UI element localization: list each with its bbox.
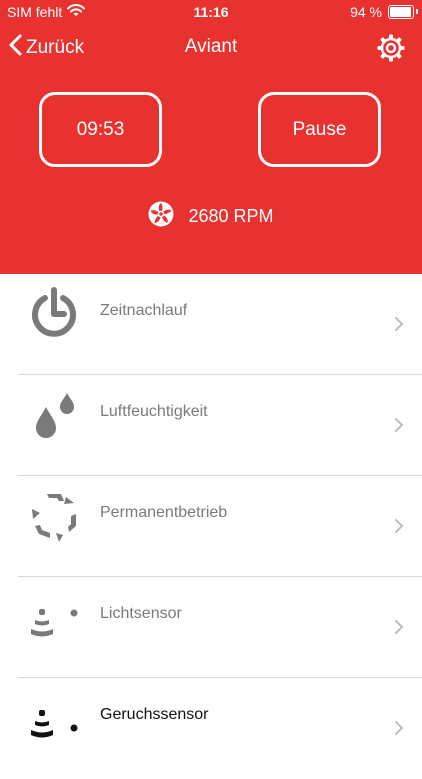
list-item-geruchssensor[interactable]: Geruchssensor <box>0 678 422 779</box>
settings-button[interactable] <box>376 33 406 63</box>
back-button[interactable]: Zurück <box>8 34 84 62</box>
list-item-luftfeuchtigkeit[interactable]: Luftfeuchtigkeit <box>0 375 422 476</box>
item-label-lichtsensor: Lichtsensor <box>100 605 182 622</box>
light-sensor-icon <box>26 589 82 645</box>
chevron-right-icon <box>394 417 404 433</box>
battery-tip <box>416 9 418 14</box>
list-item-zeitnachlauf[interactable]: Zeitnachlauf <box>0 274 422 375</box>
nav-bar: Zurück Aviant <box>0 30 422 66</box>
rpm-value: 2680 RPM <box>188 206 274 226</box>
item-label-zeitnachlauf: Zeitnachlauf <box>100 302 188 319</box>
status-bar: SIM fehlt 11:16 94 % <box>0 0 422 24</box>
pause-label: Pause <box>292 118 347 140</box>
battery-percent: 94 % <box>350 4 382 20</box>
rpm-display: 2680 RPM <box>0 201 422 232</box>
cycle-arrows-icon <box>26 488 82 544</box>
menu-list: Zeitnachlauf Luftfeuchtigkeit Permanentb… <box>0 274 422 779</box>
chevron-right-icon <box>394 619 404 635</box>
chevron-right-icon <box>394 518 404 534</box>
item-label-geruchssensor: Geruchssensor <box>100 706 209 723</box>
timer-button[interactable]: 09:53 <box>39 92 162 167</box>
droplets-icon <box>26 387 82 443</box>
status-right: 94 % <box>350 4 418 20</box>
list-item-permanentbetrieb[interactable]: Permanentbetrieb <box>0 476 422 577</box>
chevron-right-icon <box>394 316 404 332</box>
chevron-right-icon <box>394 720 404 736</box>
list-item-lichtsensor[interactable]: Lichtsensor <box>0 577 422 678</box>
header: SIM fehlt 11:16 94 % Zurück Aviant 09:53… <box>0 0 422 274</box>
item-label-permanentbetrieb: Permanentbetrieb <box>100 504 228 521</box>
power-timer-icon <box>26 286 82 342</box>
odor-sensor-icon <box>26 690 82 746</box>
chevron-left-icon <box>8 34 22 62</box>
gear-icon <box>376 34 406 67</box>
fan-icon <box>148 201 174 232</box>
pause-button[interactable]: Pause <box>258 92 381 167</box>
item-label-luftfeuchtigkeit: Luftfeuchtigkeit <box>100 403 208 420</box>
timer-value: 09:53 <box>76 118 125 140</box>
battery-icon <box>388 5 418 19</box>
back-label: Zurück <box>26 37 85 58</box>
battery-fill <box>390 7 411 17</box>
